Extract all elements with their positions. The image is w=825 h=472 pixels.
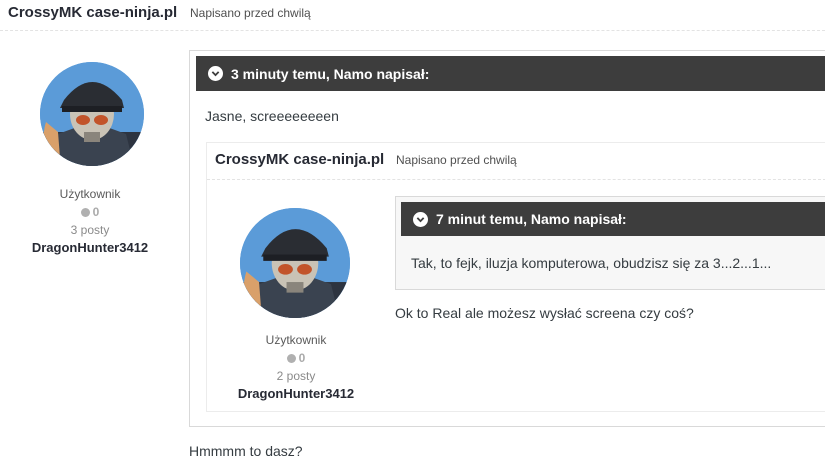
avatar[interactable] xyxy=(40,62,144,166)
nested-post-count: 2 posty xyxy=(276,369,316,383)
post-date: Napisano przed chwilą xyxy=(190,6,311,20)
reputation-badge[interactable]: 0 xyxy=(0,203,180,221)
avatar-image xyxy=(40,62,144,166)
nested-post-header: CrossyMK case-ninja.pl Napisano przed ch… xyxy=(207,143,825,180)
nested-profile-info: Użytkownik 0 2 posty DragonHunter3412 xyxy=(206,331,386,403)
nested-quote-header[interactable]: 7 minut temu, Namo napisał: xyxy=(401,202,825,236)
quote-header-text: 3 minuty temu, Namo napisał: xyxy=(231,65,430,82)
nested-quote-header-text: 7 minut temu, Namo napisał: xyxy=(436,211,627,227)
nested-author-name-link[interactable]: CrossyMK case-ninja.pl xyxy=(215,151,384,168)
nested-user-role: Użytkownik xyxy=(265,333,327,347)
nested-reputation-value: 0 xyxy=(298,351,306,365)
profile-info: Użytkownik 0 3 posty DragonHunter3412 xyxy=(0,185,180,257)
nested-post-text: Ok to Real ale możesz wysłać screena czy… xyxy=(395,305,694,321)
chevron-down-icon[interactable] xyxy=(413,211,428,227)
reputation-dot-icon xyxy=(80,208,90,217)
username-link[interactable]: DragonHunter3412 xyxy=(0,239,180,257)
chevron-down-icon[interactable] xyxy=(208,66,223,81)
post-count: 3 posty xyxy=(70,223,110,237)
user-role: Użytkownik xyxy=(59,187,121,201)
quote-text: Jasne, screeeeeeeen xyxy=(205,108,339,124)
nested-quote-text: Tak, to fejk, iluzja komputerowa, obudzi… xyxy=(411,255,772,271)
post-header: CrossyMK case-ninja.pl Napisano przed ch… xyxy=(0,0,825,31)
reply-text: Hmmmm to dasz? xyxy=(189,443,303,459)
nested-username-link[interactable]: DragonHunter3412 xyxy=(206,385,386,403)
quote-header[interactable]: 3 minuty temu, Namo napisał: xyxy=(196,56,825,91)
nested-reputation-badge[interactable]: 0 xyxy=(206,349,386,367)
nested-post-date: Napisano przed chwilą xyxy=(396,153,517,167)
reputation-value: 0 xyxy=(92,205,100,219)
author-name-link[interactable]: CrossyMK case-ninja.pl xyxy=(8,4,177,21)
nested-avatar-image xyxy=(240,208,350,318)
nested-avatar[interactable] xyxy=(240,208,350,318)
reputation-dot-icon xyxy=(286,354,296,363)
